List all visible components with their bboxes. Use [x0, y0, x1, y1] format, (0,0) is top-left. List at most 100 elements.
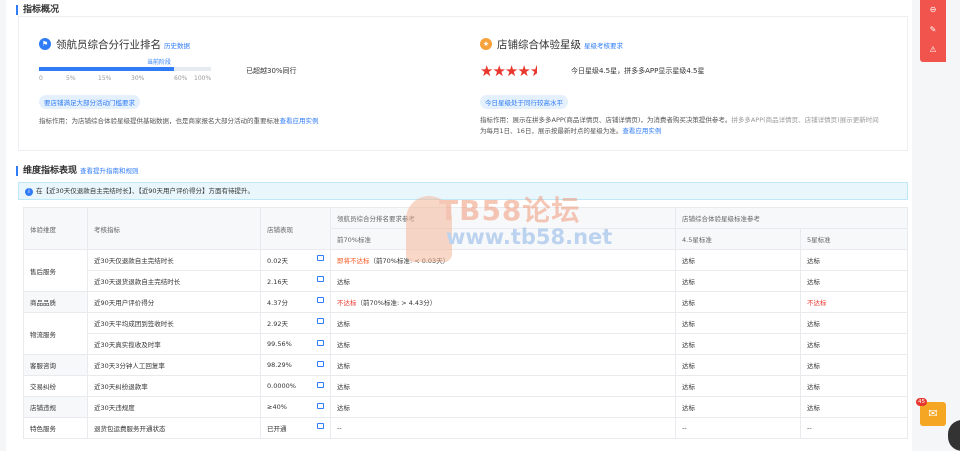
navigator-example-link[interactable]: 查看应用实例 — [280, 117, 319, 125]
navigator-title: 领航员综合分行业排名 历史数据 — [56, 39, 190, 51]
half-star-icon: ★ — [529, 62, 538, 80]
star-requirement-link[interactable]: 星级考核要求 — [584, 42, 623, 50]
watermark-line1: TB58论坛 — [439, 194, 581, 227]
cell-store-value: ≥40% — [260, 396, 331, 418]
flag-icon: ⚑ — [39, 38, 51, 50]
cell-metric: 近90天用户评价得分 — [87, 291, 261, 313]
cell-navigator: 达标 — [330, 354, 676, 376]
cell-metric: 近30天平均成团到签收时长 — [87, 312, 261, 334]
cell-metric: 近30天退货退款自主完结时长 — [87, 270, 261, 292]
cell-navigator: 不达标（前70%标准: > 4.43分） — [330, 291, 676, 313]
cell-star5: 达标 — [800, 312, 908, 334]
header-star45: 4.5星标准 — [675, 228, 801, 250]
cell-star45: 达标 — [675, 291, 801, 313]
table-row: 近30天真实揽收及时率 99.56% 达标 达标 达标 — [24, 333, 908, 355]
cell-dimension: 商品品质 — [23, 291, 88, 313]
cell-star45: 达标 — [675, 396, 801, 418]
chat-handle[interactable] — [948, 420, 960, 451]
minus-circle-icon[interactable]: ⊖ — [920, 0, 946, 20]
store-star-summary: 今日星级4.5星，拼多多APP显示星级4.5星 — [571, 67, 705, 75]
side-toolbar: ⊖ ✎ ⚠ — [920, 0, 946, 62]
header-star5: 5星标准 — [800, 228, 908, 250]
watermark-line2: www.tb58.net — [446, 225, 613, 249]
trend-chart-icon[interactable] — [317, 340, 324, 346]
cell-store-value: 已开通 — [260, 417, 331, 439]
cell-navigator: 达标 — [330, 375, 676, 397]
star-rating: ★★★★★ — [480, 62, 537, 80]
cell-dimension: 售后服务 — [23, 249, 88, 292]
cell-star5: 达标 — [800, 396, 908, 418]
table-row: 客服咨询 近30天3分钟人工回复率 98.29% 达标 达标 达标 — [23, 354, 908, 376]
table-row: 特色服务 退货包运费服务开通状态 已开通 -- -- -- — [23, 417, 908, 439]
cell-metric: 近30天真实揽收及时率 — [87, 333, 261, 355]
star-circle-icon: ★ — [480, 38, 492, 50]
cell-metric: 近30天纠纷退款率 — [87, 375, 261, 397]
trend-chart-icon[interactable] — [317, 297, 324, 303]
tick-label: 5% — [66, 75, 76, 82]
cell-store-value: 2.92天 — [260, 312, 331, 334]
table-row: 交易纠纷 近30天纠纷退款率 0.0000% 达标 达标 达标 — [23, 375, 908, 397]
ranking-progress-bar — [39, 67, 211, 71]
star-icon: ★ — [480, 62, 493, 80]
tick-label: 0 — [39, 75, 43, 82]
cell-star5: -- — [800, 417, 908, 439]
cell-metric: 近30天仅退款自主完结时长 — [87, 249, 261, 271]
navigator-card: ⚑ 领航员综合分行业排名 历史数据 当前阶段 0 5% 15% 30% 60% 1… — [19, 17, 464, 150]
cell-store-value: 0.0000% — [260, 375, 331, 397]
cell-dimension: 特色服务 — [23, 417, 88, 439]
cell-metric: 近30天3分钟人工回复率 — [87, 354, 261, 376]
trend-chart-icon[interactable] — [317, 255, 324, 261]
current-stage-tag: 当前阶段 — [147, 59, 172, 66]
cell-navigator: 达标 — [330, 333, 676, 355]
cell-navigator: 达标 — [330, 312, 676, 334]
cell-navigator: 达标 — [330, 396, 676, 418]
cell-dimension: 店铺违规 — [23, 396, 88, 418]
navigator-summary: 已超越30%同行 — [246, 67, 297, 75]
mail-icon: ✉ — [928, 407, 938, 420]
cell-store-value: 98.29% — [260, 354, 331, 376]
star-icon: ★ — [504, 62, 518, 80]
trend-chart-icon[interactable] — [317, 382, 324, 388]
mail-badge: 45 — [916, 398, 927, 406]
trend-chart-icon[interactable] — [317, 423, 324, 429]
cell-star5: 达标 — [800, 333, 908, 355]
cell-star5: 达标 — [800, 354, 908, 376]
tick-label: 100% — [194, 75, 212, 82]
cell-dimension: 交易纠纷 — [23, 375, 88, 397]
store-star-desc: 指标作用：展示在拼多多APP(商品详情页、店铺详情页)，为消费者购买决策提供参考… — [480, 116, 879, 135]
store-example-link[interactable]: 查看应用实例 — [622, 127, 661, 135]
overview-section-title: 指标概况 — [16, 5, 59, 15]
cell-star5: 达标 — [800, 249, 908, 271]
cell-store-value: 2.16天 — [260, 270, 331, 292]
header-star-group: 店铺综合体验星级标准参考 — [675, 207, 908, 229]
table-row: 商品品质 近90天用户评价得分 4.37分 不达标（前70%标准: > 4.43分）达… — [23, 291, 908, 313]
cell-star45: 达标 — [675, 249, 801, 271]
tick-label: 30% — [131, 75, 145, 82]
star-icon: ★ — [492, 62, 505, 80]
history-data-link[interactable]: 历史数据 — [164, 42, 190, 50]
progress-ticks: 0 5% 15% 30% 60% 100% — [39, 75, 219, 83]
cell-star5: 达标 — [800, 270, 908, 292]
cell-star45: 达标 — [675, 270, 801, 292]
cell-star45: 达标 — [675, 312, 801, 334]
cell-star45: 达标 — [675, 354, 801, 376]
store-star-title: 店铺综合体验星级 星级考核要求 — [497, 39, 623, 51]
cell-star45: 达标 — [675, 375, 801, 397]
cell-dimension: 物流服务 — [23, 312, 88, 355]
trend-chart-icon[interactable] — [317, 403, 324, 409]
cell-dimension: 客服咨询 — [23, 354, 88, 376]
edit-icon[interactable]: ✎ — [920, 20, 946, 40]
trend-chart-icon[interactable] — [317, 318, 324, 324]
header-dimension: 体验维度 — [23, 207, 88, 250]
tick-label: 60% — [174, 75, 188, 82]
table-row: 店铺违规 近30天违规度 ≥40% 达标 达标 达标 — [23, 396, 908, 418]
dimension-section-title: 维度指标表现 查看提升指南和规则 — [16, 166, 139, 176]
trend-chart-icon[interactable] — [317, 361, 324, 367]
trend-chart-icon[interactable] — [317, 276, 324, 282]
store-star-pill: 今日星级处于同行较高水平 — [480, 95, 568, 109]
improve-guide-link[interactable]: 查看提升指南和规则 — [80, 167, 139, 175]
tick-label: 15% — [98, 75, 112, 82]
navigator-desc: 指标作用：为店铺综合体验星级提供基础数据，也是商家报名大部分活动的重要标准查看应… — [39, 117, 319, 125]
progress-fill — [39, 67, 174, 71]
warning-icon[interactable]: ⚠ — [920, 40, 946, 60]
